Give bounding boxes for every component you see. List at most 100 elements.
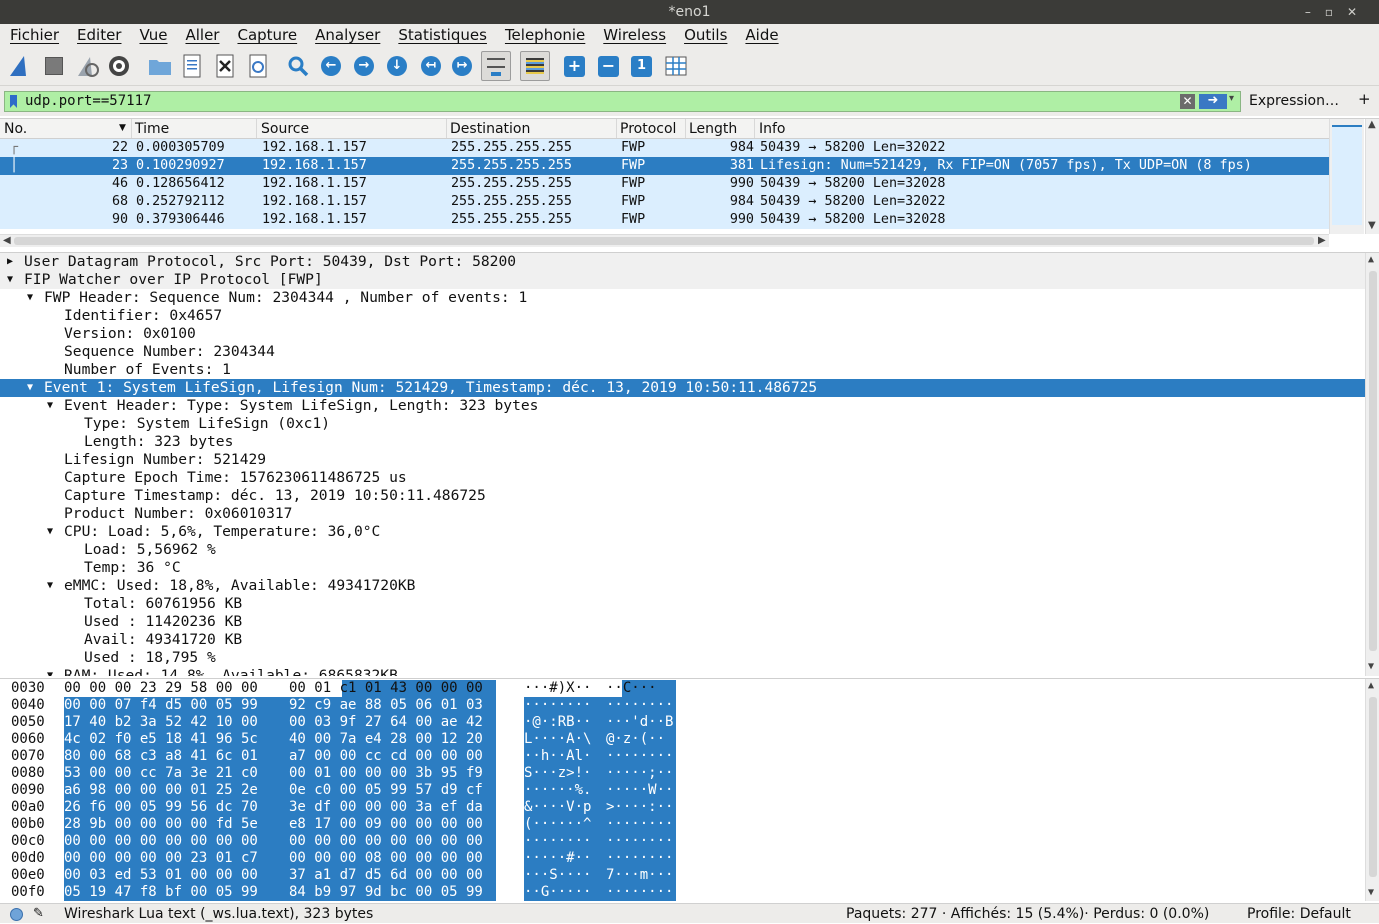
go-forward-arrow-icon[interactable]: → bbox=[354, 56, 374, 76]
packet-list-vertical-scrollbar[interactable]: ▲ ▼ bbox=[1365, 119, 1379, 234]
stop-capture-icon[interactable] bbox=[40, 52, 68, 80]
collapse-triangle-icon[interactable]: ▼ bbox=[27, 379, 33, 397]
tree-item[interactable]: ▼ FIP Watcher over IP Protocol [FWP] bbox=[0, 271, 1365, 289]
menu-vue[interactable]: Vue bbox=[129, 24, 175, 46]
find-packet-search-icon[interactable] bbox=[284, 52, 312, 80]
colorize-list-toggle-icon[interactable] bbox=[520, 51, 550, 81]
packet-row-selected[interactable]: │ 23 0.100290927 192.168.1.157 255.255.2… bbox=[0, 157, 1329, 175]
bytes-row[interactable]: 0060 4c 02 f0 e5 18 41 96 5c 40 00 7a e4 2… bbox=[0, 731, 1365, 748]
tree-item[interactable]: ▼ eMMC: Used: 18,8%, Available: 49341720K… bbox=[0, 577, 1365, 595]
bytes-row[interactable]: 00c0 00 00 00 00 00 00 00 00 00 00 00 00 0… bbox=[0, 833, 1365, 850]
column-source[interactable]: Source bbox=[261, 121, 309, 137]
menu-aide[interactable]: Aide bbox=[735, 24, 786, 46]
column-protocol[interactable]: Protocol bbox=[620, 121, 676, 137]
capture-options-gear-icon[interactable] bbox=[105, 52, 133, 80]
tree-item[interactable]: ▼ FWP Header: Sequence Num: 2304344 , Num… bbox=[0, 289, 1365, 307]
scroll-up-arrow-icon[interactable]: ▲ bbox=[1368, 680, 1374, 691]
tree-item[interactable]: Capture Epoch Time: 1576230611486725 us bbox=[0, 469, 1365, 487]
tree-item[interactable]: Used : 18,795 % bbox=[0, 649, 1365, 667]
filter-text[interactable]: udp.port==57117 bbox=[25, 93, 151, 110]
bytes-row[interactable]: 00b0 28 9b 00 00 00 00 fd 5e e8 17 00 09 0… bbox=[0, 816, 1365, 833]
menu-statistiques[interactable]: Statistiques bbox=[388, 24, 495, 46]
tree-item[interactable]: Lifesign Number: 521429 bbox=[0, 451, 1365, 469]
normal-size-icon[interactable]: 1 bbox=[631, 56, 652, 77]
tree-item[interactable]: Sequence Number: 2304344 bbox=[0, 343, 1365, 361]
tree-item[interactable]: Version: 0x0100 bbox=[0, 325, 1365, 343]
clear-filter-icon[interactable]: ✕ bbox=[1180, 94, 1195, 109]
tree-item[interactable]: Capture Timestamp: déc. 13, 2019 10:50:1… bbox=[0, 487, 1365, 505]
details-vertical-scrollbar[interactable]: ▲ ▼ bbox=[1365, 253, 1379, 676]
tree-item[interactable]: Type: System LifeSign (0xc1) bbox=[0, 415, 1365, 433]
window-controls[interactable]: –▫✕ bbox=[1305, 0, 1371, 24]
apply-filter-arrow-icon[interactable]: ➜ bbox=[1199, 94, 1227, 109]
packet-list-horizontal-scrollbar[interactable]: ◀ ▶ bbox=[0, 234, 1329, 247]
collapse-triangle-icon[interactable]: ▼ bbox=[47, 523, 53, 541]
column-no[interactable]: No. bbox=[4, 121, 27, 137]
restart-capture-icon[interactable] bbox=[73, 52, 101, 80]
tree-item[interactable]: ▼ CPU: Load: 5,6%, Temperature: 36,0°C bbox=[0, 523, 1365, 541]
edit-comment-pencil-icon[interactable]: ✎ bbox=[33, 904, 44, 924]
scroll-down-arrow-icon[interactable]: ▼ bbox=[1368, 661, 1374, 672]
menu-fichier[interactable]: Fichier bbox=[0, 24, 67, 46]
first-packet-arrow-icon[interactable]: ↤ bbox=[421, 56, 441, 76]
collapse-triangle-icon[interactable]: ▼ bbox=[7, 271, 13, 289]
tree-item[interactable]: Temp: 36 °C bbox=[0, 559, 1365, 577]
filter-history-chevron-down-icon[interactable]: ▾ bbox=[1229, 93, 1234, 104]
collapse-triangle-icon[interactable]: ▼ bbox=[47, 667, 53, 676]
filter-bookmark-icon[interactable] bbox=[10, 95, 17, 108]
resize-columns-icon[interactable] bbox=[662, 52, 690, 80]
bytes-row[interactable]: 0070 80 00 68 c3 a8 41 6c 01 a7 00 00 cc c… bbox=[0, 748, 1365, 765]
packet-row[interactable]: 90 0.379306446 192.168.1.157 255.255.255… bbox=[0, 211, 1329, 229]
autoscroll-toggle-icon[interactable] bbox=[481, 51, 511, 81]
tree-item[interactable]: Avail: 49341720 KB bbox=[0, 631, 1365, 649]
tree-item[interactable]: Length: 323 bytes bbox=[0, 433, 1365, 451]
tree-item[interactable]: Number of Events: 1 bbox=[0, 361, 1365, 379]
save-file-icon[interactable] bbox=[178, 52, 206, 80]
tree-item[interactable]: ▼ RAM: Used: 14,8%, Available: 6865832KB bbox=[0, 667, 1365, 676]
scroll-down-arrow-icon[interactable]: ▼ bbox=[1368, 887, 1374, 898]
menu-wireless[interactable]: Wireless bbox=[593, 24, 674, 46]
menu-telephonie[interactable]: Telephonie bbox=[495, 24, 593, 46]
bytes-row[interactable]: 00d0 00 00 00 00 00 23 01 c7 00 00 00 08 0… bbox=[0, 850, 1365, 867]
scroll-left-arrow-icon[interactable]: ◀ bbox=[3, 235, 11, 246]
sort-chevron-down-icon[interactable]: ▼ bbox=[119, 123, 126, 133]
go-to-packet-down-arrow-icon[interactable]: ↓ bbox=[387, 56, 407, 76]
bytes-row[interactable]: 00e0 00 03 ed 53 01 00 00 00 37 a1 d7 d5 6… bbox=[0, 867, 1365, 884]
expand-triangle-icon[interactable]: ▶ bbox=[7, 253, 13, 271]
tree-item[interactable]: Load: 5,56962 % bbox=[0, 541, 1365, 559]
zoom-in-icon[interactable]: + bbox=[564, 56, 585, 77]
expression-button[interactable]: Expression… bbox=[1249, 93, 1339, 109]
menu-outils[interactable]: Outils bbox=[674, 24, 735, 46]
bytes-row[interactable]: 00a0 26 f6 00 05 99 56 dc 70 3e df 00 00 0… bbox=[0, 799, 1365, 816]
open-folder-icon[interactable] bbox=[146, 52, 174, 80]
status-profile[interactable]: Profile: Default bbox=[1247, 904, 1351, 924]
column-length[interactable]: Length bbox=[689, 121, 737, 137]
scroll-down-arrow-icon[interactable]: ▼ bbox=[1368, 220, 1376, 231]
bytes-row[interactable]: 00f0 05 19 47 f8 bf 00 05 99 84 b9 97 9d b… bbox=[0, 884, 1365, 901]
tree-item[interactable]: Used : 11420236 KB bbox=[0, 613, 1365, 631]
go-back-arrow-icon[interactable]: ← bbox=[321, 56, 341, 76]
reload-file-icon[interactable] bbox=[244, 52, 272, 80]
expert-info-status-icon[interactable] bbox=[10, 908, 23, 921]
collapse-triangle-icon[interactable]: ▼ bbox=[47, 577, 53, 595]
tree-item-selected[interactable]: ▼ Event 1: System LifeSign, Lifesign Num:… bbox=[0, 379, 1365, 397]
menu-aller[interactable]: Aller bbox=[175, 24, 227, 46]
packet-row[interactable]: ┌ 22 0.000305709 192.168.1.157 255.255.2… bbox=[0, 139, 1329, 157]
tree-item[interactable]: ▶ User Datagram Protocol, Src Port: 50439… bbox=[0, 253, 1365, 271]
scroll-right-arrow-icon[interactable]: ▶ bbox=[1318, 235, 1326, 246]
tree-item[interactable]: Product Number: 0x06010317 bbox=[0, 505, 1365, 523]
column-time[interactable]: Time bbox=[135, 121, 169, 137]
tree-item[interactable]: Identifier: 0x4657 bbox=[0, 307, 1365, 325]
bytes-row[interactable]: 0030 00 00 00 23 29 58 00 00 00 01 c1 01 4… bbox=[0, 680, 1365, 697]
menu-editer[interactable]: Editer bbox=[67, 24, 129, 46]
display-filter-input[interactable]: udp.port==57117 ✕ ➜ ▾ bbox=[4, 91, 1241, 112]
bytes-row[interactable]: 0040 00 00 07 f4 d5 00 05 99 92 c9 ae 88 0… bbox=[0, 697, 1365, 714]
collapse-triangle-icon[interactable]: ▼ bbox=[47, 397, 53, 415]
tree-item[interactable]: ▼ Event Header: Type: System LifeSign, Le… bbox=[0, 397, 1365, 415]
menu-analyser[interactable]: Analyser bbox=[305, 24, 388, 46]
scroll-up-arrow-icon[interactable]: ▲ bbox=[1368, 254, 1374, 265]
bytes-row[interactable]: 0050 17 40 b2 3a 52 42 10 00 00 03 9f 27 6… bbox=[0, 714, 1365, 731]
shark-fin-start-icon[interactable] bbox=[6, 52, 34, 80]
bytes-vertical-scrollbar[interactable]: ▲ ▼ bbox=[1365, 679, 1379, 901]
packet-row[interactable]: 46 0.128656412 192.168.1.157 255.255.255… bbox=[0, 175, 1329, 193]
